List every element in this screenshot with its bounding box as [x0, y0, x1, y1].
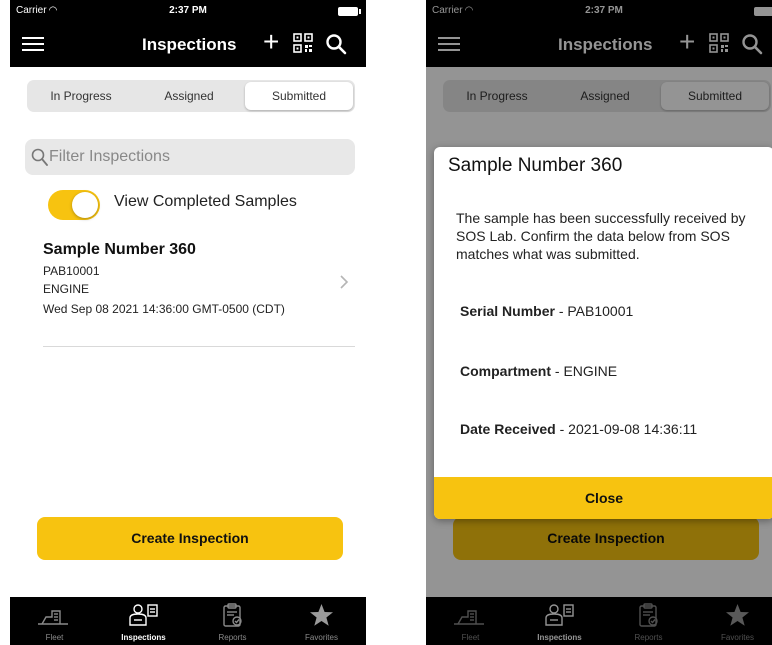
serial-number-field: Serial Number - PAB10001: [460, 303, 633, 319]
tab-fleet[interactable]: Fleet: [10, 597, 99, 645]
create-inspection-button[interactable]: Create Inspection: [37, 517, 343, 560]
battery-icon: [338, 7, 361, 16]
qr-code-icon[interactable]: [293, 33, 313, 53]
reports-icon: [223, 603, 242, 627]
chevron-right-icon: [340, 275, 349, 289]
toggle-label: View Completed Samples: [114, 193, 297, 210]
filter-input[interactable]: [49, 139, 349, 175]
close-button[interactable]: Close: [434, 477, 772, 519]
inspections-screen: Carrier ◠ 2:37 PM Inspections + In Progre…: [10, 0, 366, 645]
menu-icon[interactable]: [22, 36, 44, 52]
field-label: Compartment: [460, 363, 552, 379]
tab-in-progress[interactable]: In Progress: [29, 82, 133, 110]
tab-bar: Fleet Inspections Reports Favorites: [10, 597, 366, 645]
inspections-icon: [129, 604, 158, 626]
tab-label: Favorites: [305, 633, 338, 642]
status-time: 2:37 PM: [169, 5, 207, 16]
field-value: - 2021-09-08 14:36:11: [555, 421, 698, 437]
nav-bar: Inspections +: [10, 22, 366, 67]
field-label: Date Received: [460, 421, 556, 437]
inspections-screen-with-modal: Carrier ◠ 2:37 PM Inspections + In Progre…: [426, 0, 772, 645]
dialog-message: The sample has been successfully receive…: [456, 210, 746, 262]
add-icon[interactable]: +: [263, 28, 279, 56]
tab-label: Inspections: [121, 633, 166, 642]
view-completed-toggle[interactable]: [48, 190, 100, 220]
filter-search-icon: [31, 148, 48, 166]
field-value: - ENGINE: [551, 363, 618, 379]
tab-reports[interactable]: Reports: [188, 597, 277, 645]
list-item[interactable]: Sample Number 360 PAB10001 ENGINE Wed Se…: [43, 237, 355, 347]
sample-serial: PAB10001: [43, 264, 100, 278]
compartment-field: Compartment - ENGINE: [460, 363, 617, 379]
filter-bar: [25, 139, 355, 175]
sample-received-dialog: Sample Number 360 The sample has been su…: [434, 147, 772, 519]
page-title: Inspections: [142, 35, 237, 54]
fleet-icon: [38, 610, 68, 625]
tab-assigned[interactable]: Assigned: [135, 82, 243, 110]
sample-compartment: ENGINE: [43, 282, 90, 296]
status-bar: Carrier ◠ 2:37 PM: [10, 0, 366, 22]
tab-submitted[interactable]: Submitted: [245, 82, 353, 110]
search-icon[interactable]: [325, 33, 347, 55]
field-label: Serial Number: [460, 303, 555, 319]
date-received-field: Date Received - 2021-09-08 14:36:11: [460, 421, 697, 437]
field-value: - PAB10001: [554, 303, 634, 319]
dialog-title: Sample Number 360: [448, 155, 623, 176]
sample-title: Sample Number 360: [43, 241, 196, 258]
tab-label: Reports: [218, 633, 247, 642]
status-segmented-control: In Progress Assigned Submitted: [27, 80, 355, 112]
tab-favorites[interactable]: Favorites: [277, 597, 366, 645]
sample-date: Wed Sep 08 2021 14:36:00 GMT-0500 (CDT): [43, 302, 285, 316]
star-icon: [310, 604, 333, 626]
tab-label: Fleet: [45, 633, 64, 642]
tab-inspections[interactable]: Inspections: [99, 597, 188, 645]
toggle-knob: [72, 192, 98, 218]
